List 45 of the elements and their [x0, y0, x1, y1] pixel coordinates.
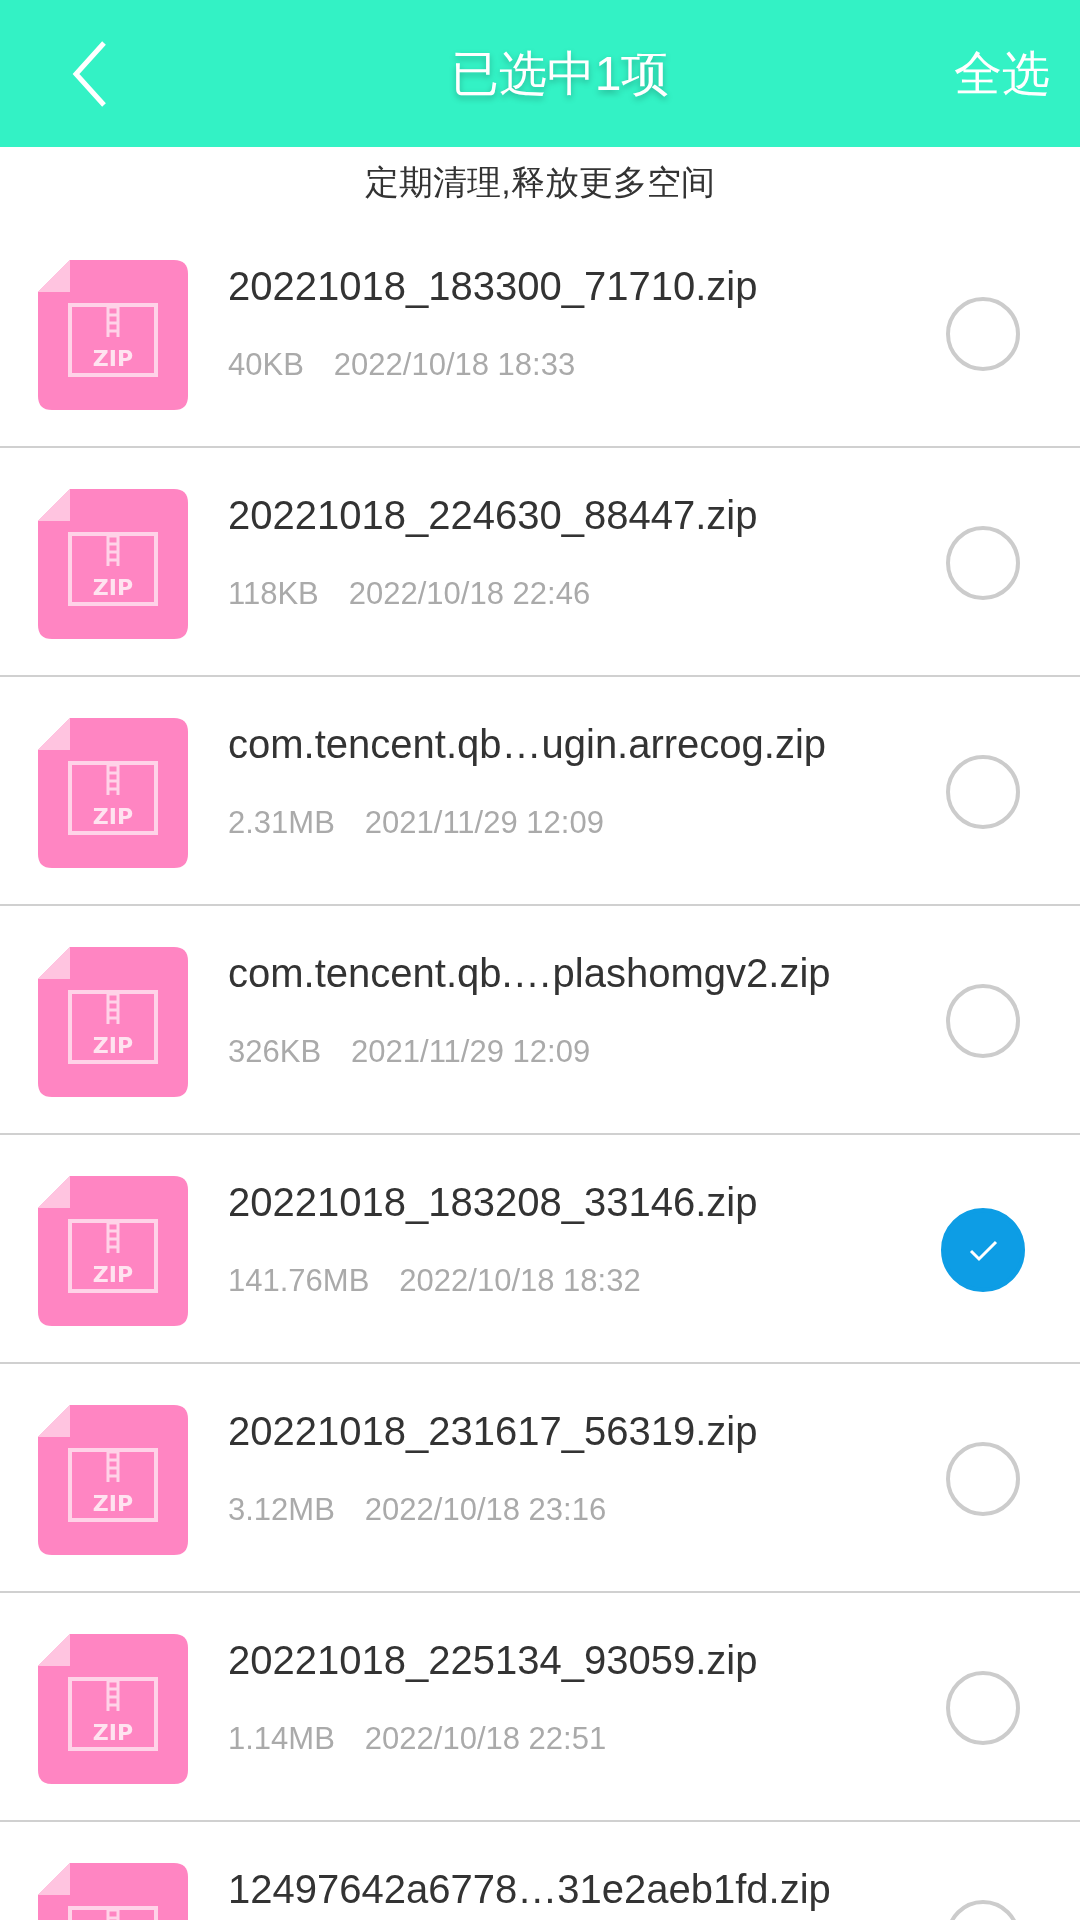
file-size: 326KB: [228, 1034, 322, 1070]
file-size: 1.14MB: [228, 1721, 335, 1757]
file-row[interactable]: ZIP 20221018_231617_56319.zip 3.12MB 2022/10/18 23:16: [0, 1364, 1080, 1593]
radio-button[interactable]: [946, 526, 1020, 600]
file-name: 20221018_224630_88447.zip: [228, 493, 759, 538]
file-row[interactable]: 12497642a6778…31e2aeb1fd.zip: [0, 1822, 1080, 1920]
zip-file-icon: ZIP: [38, 1405, 188, 1555]
file-row[interactable]: ZIP 20221018_225134_93059.zip 1.14MB 2022/10/18 22:51: [0, 1593, 1080, 1822]
file-name: 20221018_231617_56319.zip: [228, 1409, 759, 1454]
file-size: 118KB: [228, 576, 319, 612]
file-name: 20221018_225134_93059.zip: [228, 1638, 759, 1683]
zip-file-icon: ZIP: [38, 718, 188, 868]
screen-title: 已选中1项: [450, 45, 670, 102]
zip-file-icon: ZIP: [38, 489, 188, 639]
zip-file-icon: ZIP: [38, 1176, 188, 1326]
file-size: 40KB: [228, 347, 304, 383]
file-row[interactable]: ZIP 20221018_183300_71710.zip 40KB 2022/10/18 18:33: [0, 219, 1080, 448]
file-name: 20221018_183300_71710.zip: [228, 264, 759, 309]
file-row[interactable]: ZIP 20221018_183208_33146.zip 141.76MB 2022/10/18 18:32: [0, 1135, 1080, 1364]
file-size: 141.76MB: [228, 1263, 370, 1299]
file-date: 2022/10/18 22:46: [348, 576, 591, 612]
file-size: 3.12MB: [228, 1492, 335, 1528]
zip-file-icon: ZIP: [38, 947, 188, 1097]
file-name: 20221018_183208_33146.zip: [228, 1180, 759, 1225]
radio-button[interactable]: [946, 755, 1020, 829]
file-size: 2.31MB: [228, 805, 335, 841]
zip-file-icon: ZIP: [38, 260, 188, 410]
radio-button[interactable]: [946, 1671, 1020, 1745]
file-date: 2022/10/18 23:16: [364, 1492, 607, 1528]
notice-text: 定期清理,释放更多空间: [365, 162, 715, 203]
file-date: 2022/10/18 18:32: [399, 1263, 641, 1299]
radio-button[interactable]: [946, 1442, 1020, 1516]
file-name: com.tencent.qb…ugin.arrecog.zip: [228, 722, 828, 767]
file-row[interactable]: ZIP 20221018_224630_88447.zip 118KB 2022/10/18 22:46: [0, 448, 1080, 677]
file-date: 2021/11/29 12:09: [364, 805, 604, 841]
zip-file-icon: ZIP: [38, 1634, 188, 1784]
radio-button[interactable]: [946, 984, 1020, 1058]
file-name: com.tencent.qb.…plashomgv2.zip: [228, 951, 832, 996]
file-date: 2022/10/18 22:51: [364, 1721, 607, 1757]
file-date: 2021/11/29 12:09: [351, 1034, 591, 1070]
file-row[interactable]: ZIP com.tencent.qb…ugin.arrecog.zip 2.31MB 2021/11/29 12:09: [0, 677, 1080, 906]
file-row[interactable]: ZIP com.tencent.qb.…plashomgv2.zip 326KB 2021/11/29 12:09: [0, 906, 1080, 1135]
file-name: 12497642a6778…31e2aeb1fd.zip: [228, 1867, 832, 1912]
file-date: 2022/10/18 18:33: [333, 347, 576, 383]
radio-button[interactable]: [946, 297, 1020, 371]
